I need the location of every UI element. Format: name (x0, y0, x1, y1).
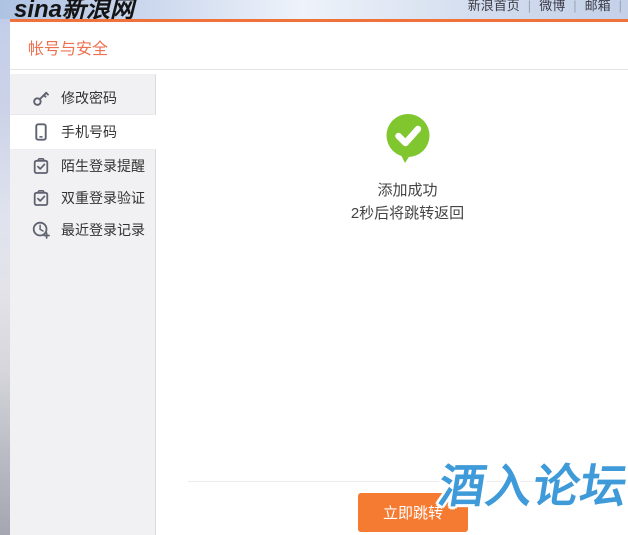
sina-logo[interactable]: sina新浪网 (14, 0, 134, 19)
sidebar-item-two-step-verification[interactable]: 双重登录验证 (10, 182, 155, 214)
footer-divider (188, 481, 628, 482)
sidebar-item-label: 最近登录记录 (61, 220, 145, 240)
page-background-strip (0, 19, 10, 535)
header-link-mail[interactable]: 邮箱 (585, 0, 611, 13)
status-subtitle: 2秒后将跳转返回 (187, 202, 628, 225)
sidebar-item-label: 修改密码 (61, 88, 117, 108)
clock-plus-icon (32, 221, 50, 239)
success-message-block: 添加成功 2秒后将跳转返回 (157, 74, 628, 225)
link-separator: | (573, 0, 576, 13)
sidebar-item-unknown-login-alert[interactable]: 陌生登录提醒 (10, 150, 155, 182)
sidebar-item-label: 双重登录验证 (61, 188, 145, 208)
success-check-icon (385, 114, 431, 164)
account-security-panel: 帐号与安全 修改密码 手机 (10, 19, 628, 535)
site-header: sina新浪网 新浪首页 | 微博 | 邮箱 | (0, 0, 628, 19)
sidebar-item-change-password[interactable]: 修改密码 (10, 82, 155, 114)
phone-icon (32, 123, 50, 141)
sidebar: 修改密码 手机号码 (10, 74, 156, 535)
sidebar-item-label: 陌生登录提醒 (61, 156, 145, 176)
account-security-page: sina新浪网 新浪首页 | 微博 | 邮箱 | 帐号与安全 修改密码 (0, 0, 628, 535)
main-content: 添加成功 2秒后将跳转返回 立即跳转 (157, 74, 628, 535)
badge-check-icon (32, 189, 50, 207)
page-title: 帐号与安全 (28, 35, 108, 59)
key-icon (32, 89, 50, 107)
sidebar-item-phone-number[interactable]: 手机号码 (10, 114, 156, 150)
badge-check-icon (32, 157, 50, 175)
link-separator: | (619, 0, 622, 13)
sidebar-item-label: 手机号码 (61, 122, 117, 142)
link-separator: | (528, 0, 531, 13)
header-links: 新浪首页 | 微博 | 邮箱 | (462, 0, 624, 14)
status-title: 添加成功 (187, 179, 628, 202)
jump-now-button[interactable]: 立即跳转 (358, 493, 468, 532)
panel-header: 帐号与安全 (10, 22, 628, 70)
header-link-home[interactable]: 新浪首页 (468, 0, 520, 13)
header-link-weibo[interactable]: 微博 (539, 0, 565, 13)
sidebar-item-recent-login-records[interactable]: 最近登录记录 (10, 214, 155, 246)
